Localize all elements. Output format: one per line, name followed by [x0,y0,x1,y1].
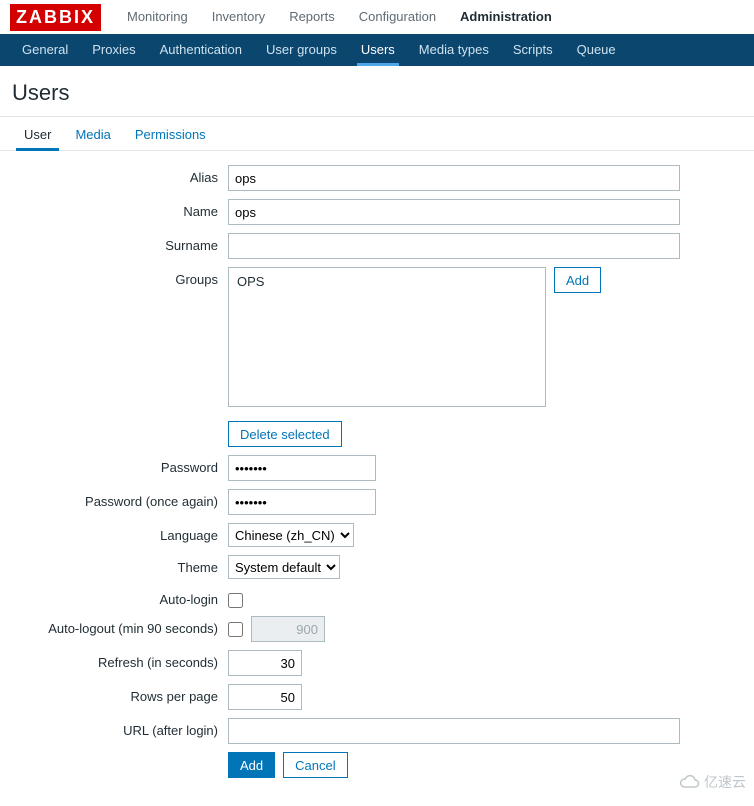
name-input[interactable] [228,199,680,225]
rows-input[interactable] [228,684,302,710]
tab-media[interactable]: Media [63,117,122,150]
autologin-label: Auto-login [0,587,228,607]
url-label: URL (after login) [0,718,228,738]
groups-label: Groups [0,267,228,287]
tab-permissions[interactable]: Permissions [123,117,218,150]
refresh-input[interactable] [228,650,302,676]
subnav-user-groups[interactable]: User groups [254,34,349,66]
add-button[interactable]: Add [228,752,275,778]
name-label: Name [0,199,228,219]
surname-label: Surname [0,233,228,253]
sub-nav: General Proxies Authentication User grou… [0,34,754,66]
groups-listbox[interactable]: OPS [228,267,546,407]
groups-add-button[interactable]: Add [554,267,601,293]
groups-delete-button[interactable]: Delete selected [228,421,342,447]
alias-label: Alias [0,165,228,185]
nav-administration[interactable]: Administration [448,0,564,34]
password-input[interactable] [228,455,376,481]
url-input[interactable] [228,718,680,744]
autologout-checkbox[interactable] [228,622,243,637]
theme-select[interactable]: System default [228,555,340,579]
logo: ZABBIX [10,4,101,31]
subnav-general[interactable]: General [10,34,80,66]
autologin-checkbox[interactable] [228,593,243,608]
tab-user[interactable]: User [12,117,63,150]
password2-label: Password (once again) [0,489,228,509]
autologout-input [251,616,325,642]
tabs: User Media Permissions [0,117,754,150]
user-form: Alias Name Surname Groups OPS Add Delete… [0,151,754,806]
language-select[interactable]: Chinese (zh_CN) [228,523,354,547]
page-title: Users [12,80,742,106]
language-label: Language [0,523,228,543]
subnav-proxies[interactable]: Proxies [80,34,147,66]
subnav-media-types[interactable]: Media types [407,34,501,66]
rows-label: Rows per page [0,684,228,704]
nav-monitoring[interactable]: Monitoring [115,0,200,34]
autologout-label: Auto-logout (min 90 seconds) [0,616,228,636]
password2-input[interactable] [228,489,376,515]
nav-configuration[interactable]: Configuration [347,0,448,34]
cancel-button[interactable]: Cancel [283,752,347,778]
nav-inventory[interactable]: Inventory [200,0,277,34]
subnav-users[interactable]: Users [349,34,407,66]
top-nav: ZABBIX Monitoring Inventory Reports Conf… [0,0,754,34]
theme-label: Theme [0,555,228,575]
alias-input[interactable] [228,165,680,191]
subnav-authentication[interactable]: Authentication [148,34,254,66]
subnav-queue[interactable]: Queue [565,34,628,66]
refresh-label: Refresh (in seconds) [0,650,228,670]
nav-reports[interactable]: Reports [277,0,347,34]
surname-input[interactable] [228,233,680,259]
password-label: Password [0,455,228,475]
